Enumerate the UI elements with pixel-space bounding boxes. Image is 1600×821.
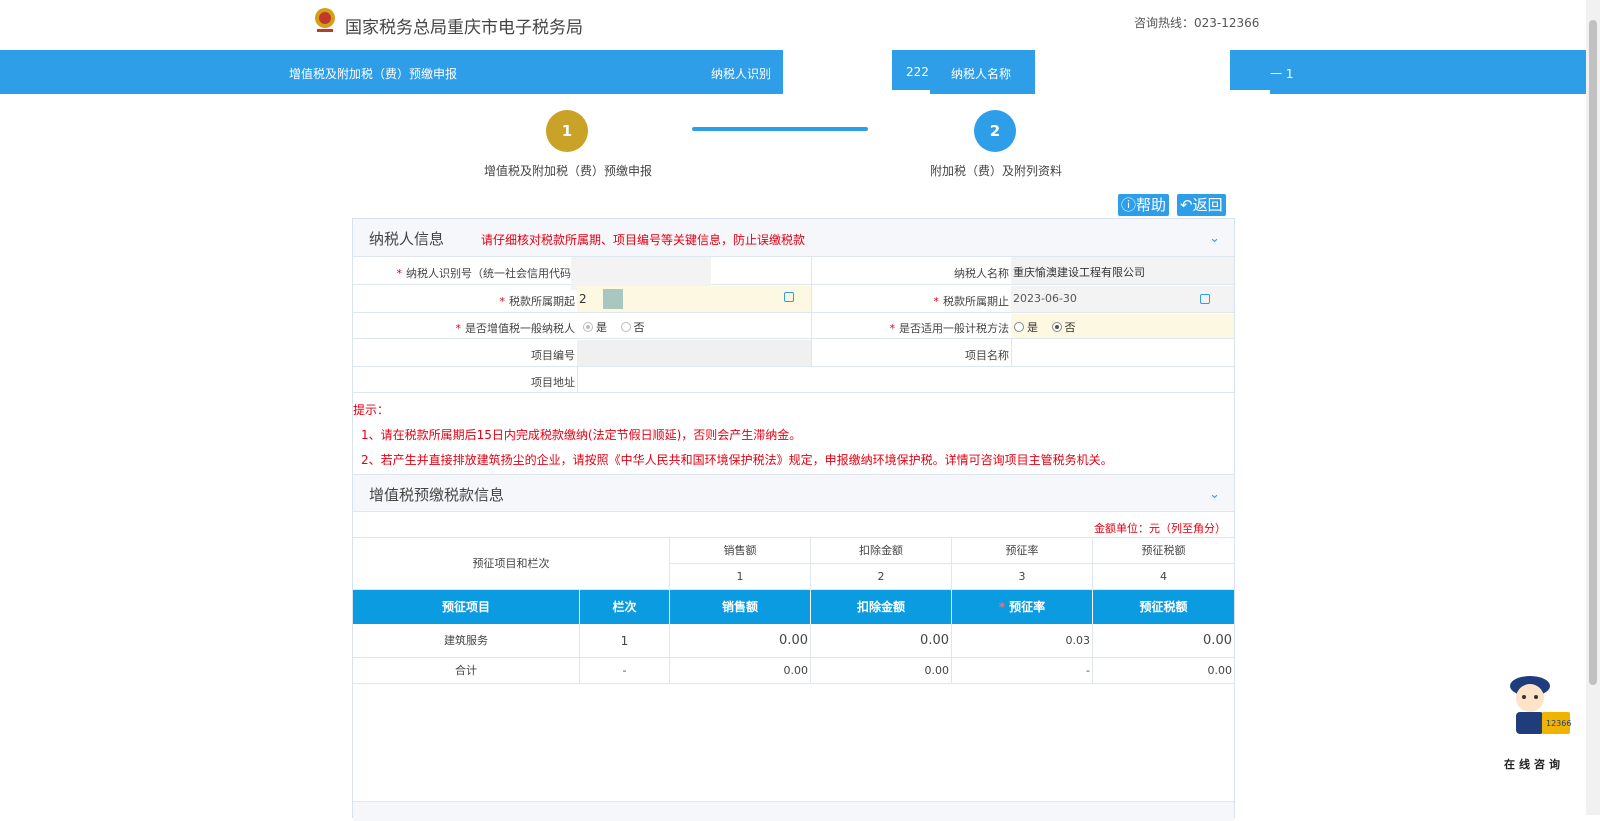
project-name-input[interactable] xyxy=(1012,340,1234,366)
column-number: 4 xyxy=(1093,564,1234,590)
redacted-block xyxy=(1230,90,1270,94)
amount-unit: 金额单位：元（列至角分） xyxy=(1094,522,1226,535)
table-cell: 0.00 xyxy=(670,658,811,684)
form-info-bar: 增值税及附加税（费）预缴申报 纳税人识别 222 纳税人名称 一 1 xyxy=(0,50,1586,94)
table-header-cell: 销售额 xyxy=(670,538,811,564)
online-consult-label[interactable]: 在线咨询 xyxy=(1504,756,1564,772)
taxpayer-section-header[interactable]: 纳税人信息 请仔细核对税款所属期、项目编号等关键信息，防止误缴税款 ⌄ xyxy=(353,219,1234,257)
section-title: 增值税预缴税款信息 xyxy=(369,486,505,504)
column-number: 1 xyxy=(670,564,811,590)
redacted-block xyxy=(783,50,892,94)
calendar-icon[interactable] xyxy=(784,292,794,302)
top-header: 国家税务总局重庆市电子税务局 咨询热线：023-12366 xyxy=(0,0,1586,50)
calendar-icon[interactable] xyxy=(1200,294,1210,304)
back-icon: ↶ xyxy=(1180,196,1193,214)
field-label: 项目名称 xyxy=(965,349,1009,362)
section-warning: 请仔细核对税款所属期、项目编号等关键信息，防止误缴税款 xyxy=(481,233,806,247)
chevron-down-icon[interactable]: ⌄ xyxy=(1209,487,1220,502)
taxpayer-id-label: 纳税人识别 xyxy=(711,67,772,81)
redacted-block xyxy=(1035,50,1230,94)
taxpayer-id-fragment: 222 xyxy=(906,65,929,79)
tax-cell: 0.00 xyxy=(1093,624,1234,658)
radio-no[interactable] xyxy=(620,322,631,332)
next-section-header[interactable] xyxy=(353,801,1234,821)
radio-yes[interactable] xyxy=(583,322,593,332)
vat-section-header[interactable]: 增值税预缴税款信息 ⌄ xyxy=(353,474,1234,512)
back-button[interactable]: ↶返回 xyxy=(1177,194,1226,216)
form-row: * 是否增值税一般纳税人 是 否 * 是否适用一般计税方法 是 否 xyxy=(353,313,1234,339)
column-header: 预征项目 xyxy=(353,590,580,624)
field-label: * 是否增值税一般纳税人 xyxy=(455,322,576,335)
field-label: * 是否适用一般计税方法 xyxy=(889,322,1010,335)
form-row: * 税款所属期起 2 * 税款所属期止 2023-06-30 xyxy=(353,285,1234,313)
deduction-input[interactable]: 0.00 xyxy=(811,624,952,658)
table-cell: - xyxy=(952,658,1093,684)
table-header-cell: 预征税额 xyxy=(1093,538,1234,564)
table-cell: 合计 xyxy=(353,658,580,684)
form-name: 增值税及附加税（费）预缴申报 xyxy=(289,67,458,81)
tax-emblem-logo xyxy=(315,8,335,32)
table-header-cell: 预征项目和栏次 xyxy=(353,538,670,590)
table-cell: 0.00 xyxy=(811,658,952,684)
form-row: 项目编号 项目名称 xyxy=(353,339,1234,367)
chevron-down-icon[interactable]: ⌄ xyxy=(1209,231,1220,246)
online-service-mascot-icon[interactable]: 12366 xyxy=(1494,670,1574,742)
project-number-input[interactable] xyxy=(577,340,811,366)
help-button[interactable]: ⓘ帮助 xyxy=(1118,194,1170,216)
table-header-cell: 扣除金额 xyxy=(811,538,952,564)
field-label: * 纳税人识别号（统一社会信用代码 xyxy=(396,267,572,280)
field-label: 纳税人名称 xyxy=(954,267,1009,280)
svg-text:12366: 12366 xyxy=(1546,719,1571,728)
field-label: 项目地址 xyxy=(531,376,575,389)
radio-yes[interactable] xyxy=(1014,322,1024,332)
step-1-circle[interactable]: 1 xyxy=(546,110,588,152)
table-cell: - xyxy=(580,658,670,684)
table-cell: 建筑服务 xyxy=(353,624,580,658)
column-header: 销售额 xyxy=(670,590,811,624)
project-address-input[interactable] xyxy=(578,368,1234,392)
back-button-label: 返回 xyxy=(1192,196,1223,214)
taxpayer-name-label: 纳税人名称 xyxy=(951,67,1012,81)
table-cell: 0.00 xyxy=(1093,658,1234,684)
taxpayer-name-field: 重庆愉澳建设工程有限公司 xyxy=(1011,257,1234,284)
form-row: * 纳税人识别号（统一社会信用代码 纳税人名称 重庆愉澳建设工程有限公司 xyxy=(353,257,1234,290)
help-button-label: 帮助 xyxy=(1136,196,1167,214)
general-method-radio-group[interactable]: 是 否 xyxy=(1011,314,1234,338)
general-taxpayer-radio-group[interactable]: 是 否 xyxy=(583,319,645,335)
hotline-text: 咨询热线：023-12366 xyxy=(1134,16,1260,30)
tip-line: 1、请在税款所属期后15日内完成税款缴纳(法定节假日顺延)，否则会产生滞纳金。 xyxy=(361,428,802,442)
period-start-input[interactable]: 2 xyxy=(577,286,811,312)
unit-row: 金额单位：元（列至角分） xyxy=(353,512,1234,538)
step-1-label: 增值税及附加税（费）预缴申报 xyxy=(484,164,653,178)
step-2-circle[interactable]: 2 xyxy=(974,110,1016,152)
scrollbar-thumb[interactable] xyxy=(1589,20,1597,685)
column-header: * 预征率 xyxy=(952,590,1093,624)
site-title: 国家税务总局重庆市电子税务局 xyxy=(345,18,583,38)
column-number: 2 xyxy=(811,564,952,590)
rate-input[interactable]: 0.03 xyxy=(952,624,1093,658)
table-header-cell: 预征率 xyxy=(952,538,1093,564)
period-end-input[interactable]: 2023-06-30 xyxy=(1011,286,1234,312)
column-header: 扣除金额 xyxy=(811,590,952,624)
redacted-block xyxy=(890,90,930,94)
tip-line: 2、若产生并直接排放建筑扬尘的企业，请按照《中华人民共和国环境保护税法》规定，申… xyxy=(361,453,1113,467)
step-progress-line xyxy=(692,127,868,131)
column-number: 3 xyxy=(952,564,1093,590)
section-title: 纳税人信息 xyxy=(369,230,445,248)
sales-input[interactable]: 0.00 xyxy=(670,624,811,658)
column-header: 预征税额 xyxy=(1093,590,1234,624)
field-label: * 税款所属期起 xyxy=(499,295,576,308)
help-icon: ⓘ xyxy=(1121,196,1137,214)
tips-title: 提示： xyxy=(353,403,390,417)
form-container: 纳税人信息 请仔细核对税款所属期、项目编号等关键信息，防止误缴税款 ⌄ * 纳税人… xyxy=(352,218,1235,821)
field-label: 项目编号 xyxy=(531,349,575,362)
form-row: 项目地址 xyxy=(353,367,1234,393)
step-2-label: 附加税（费）及附列资料 xyxy=(930,164,1063,178)
radio-no[interactable] xyxy=(1051,322,1062,332)
field-label: * 税款所属期止 xyxy=(933,295,1010,308)
table-cell: 1 xyxy=(580,624,670,658)
taxpayer-name-fragment: 一 1 xyxy=(1270,67,1294,81)
column-header: 栏次 xyxy=(580,590,670,624)
